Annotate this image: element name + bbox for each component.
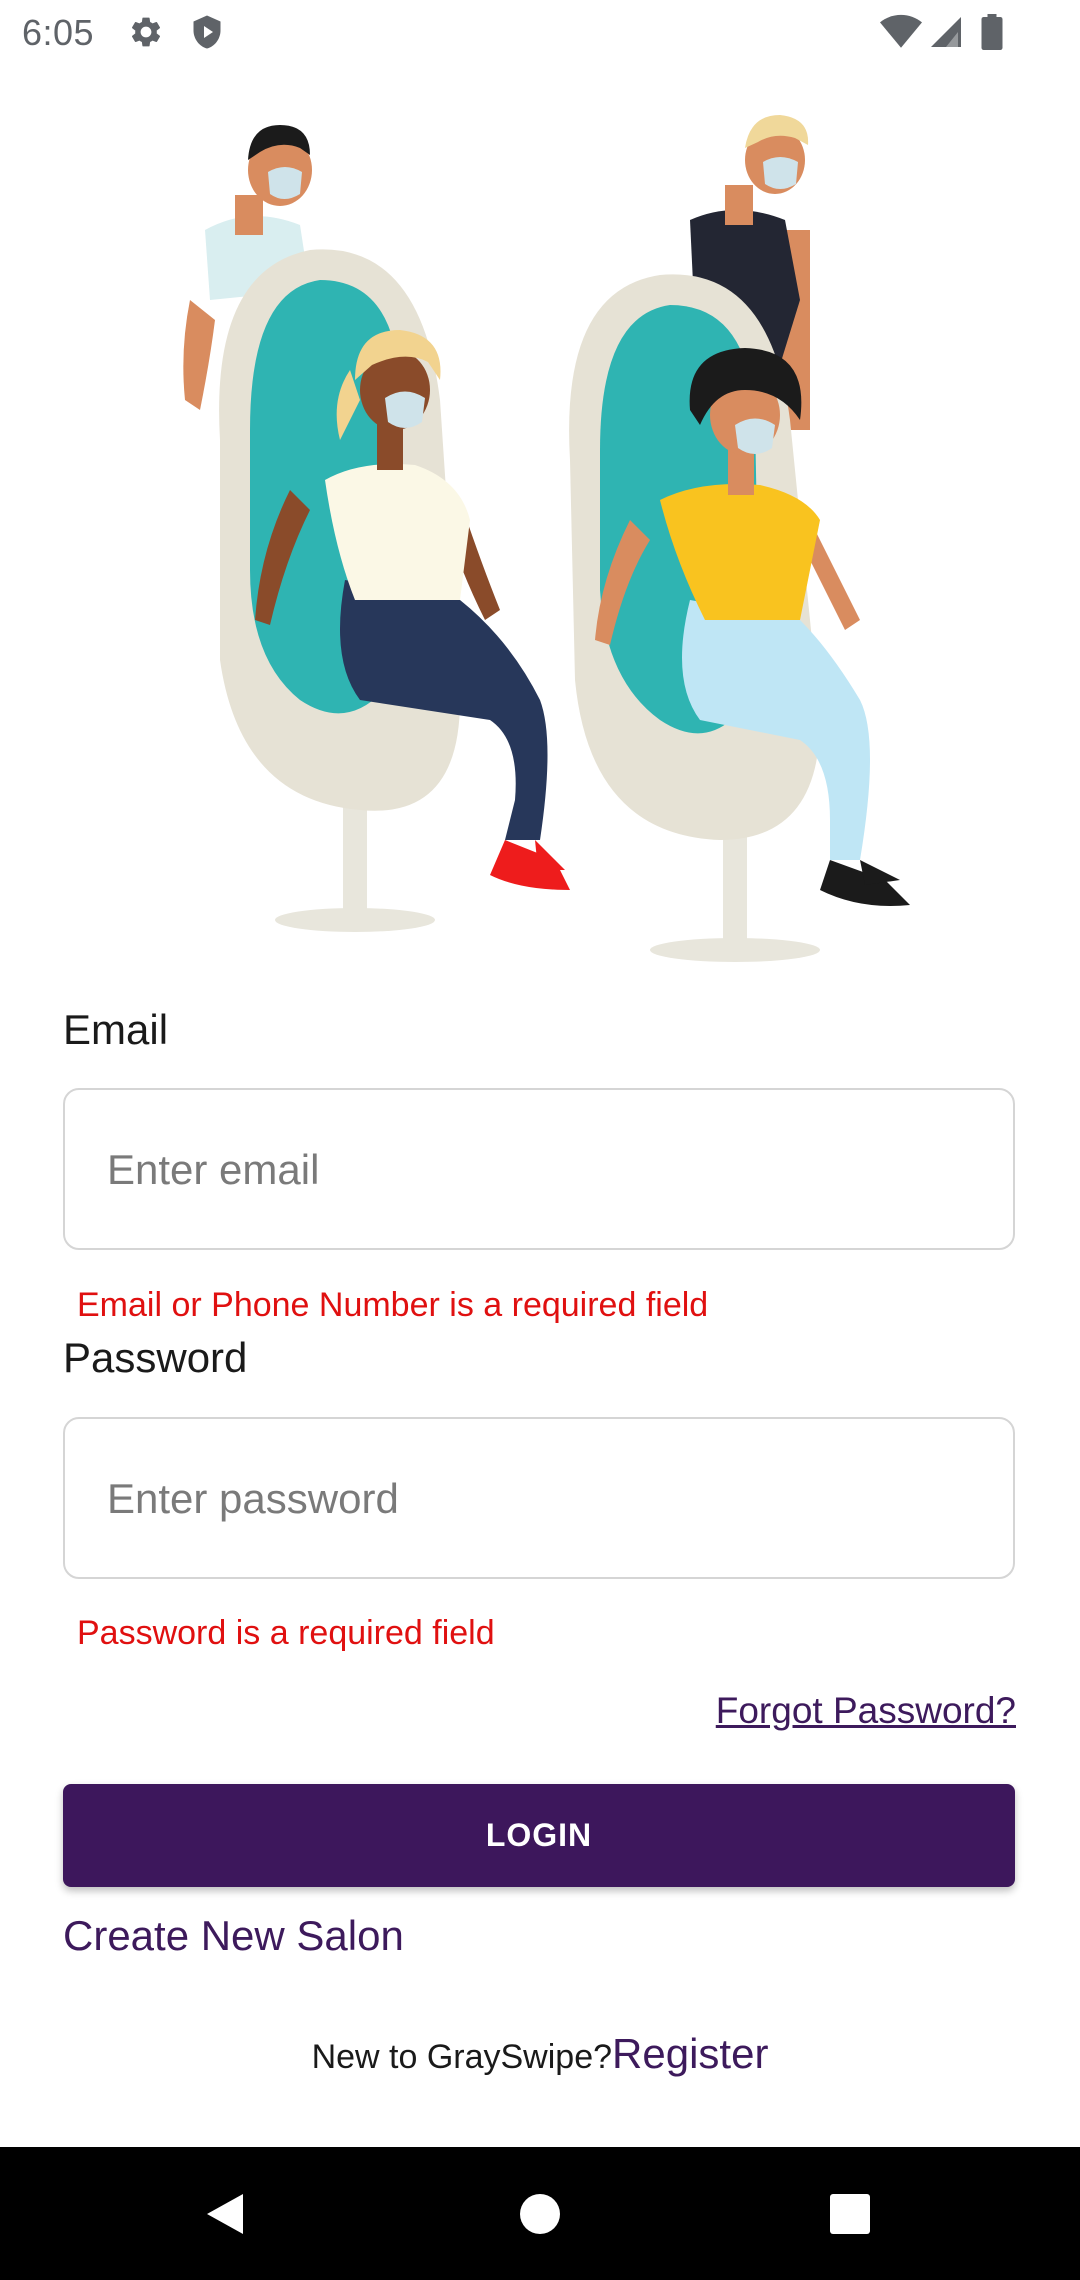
login-screen: 6:05 Email Enter email Email or Phone Nu… <box>0 0 1080 2280</box>
register-link[interactable]: Register <box>612 2030 768 2077</box>
back-icon <box>207 2193 243 2234</box>
recents-icon <box>830 2193 870 2234</box>
register-row: New to GraySwipe?Register <box>0 2030 1080 2078</box>
status-time: 6:05 <box>22 12 95 53</box>
navigation-bar <box>0 2147 1080 2280</box>
create-new-salon-link[interactable]: Create New Salon <box>63 1912 404 1960</box>
recents-button[interactable] <box>790 2147 910 2280</box>
settings-gear-icon <box>128 14 164 55</box>
password-input-container <box>63 1417 1015 1579</box>
password-error-message: Password is a required field <box>77 1614 495 1652</box>
forgot-password-link[interactable]: Forgot Password? <box>716 1690 1016 1732</box>
battery-icon <box>980 14 1004 55</box>
login-button[interactable]: LOGIN <box>63 1784 1015 1887</box>
password-label: Password <box>63 1334 248 1381</box>
cellular-signal-icon <box>928 14 964 55</box>
back-button[interactable] <box>165 2147 285 2280</box>
password-input[interactable] <box>105 1419 979 1579</box>
email-error-message: Email or Phone Number is a required fiel… <box>77 1286 709 1324</box>
status-bar: 6:05 <box>0 0 1080 64</box>
email-input-container <box>63 1088 1015 1250</box>
register-prompt-text: New to GraySwipe? <box>311 2038 613 2076</box>
login-button-label: LOGIN <box>485 1817 593 1853</box>
wifi-icon <box>880 14 922 55</box>
shield-icon <box>189 14 225 55</box>
email-input[interactable] <box>105 1090 979 1250</box>
home-icon <box>520 2193 560 2234</box>
salon-illustration <box>160 100 980 980</box>
email-label: Email <box>63 1006 169 1053</box>
home-button[interactable] <box>480 2147 600 2280</box>
